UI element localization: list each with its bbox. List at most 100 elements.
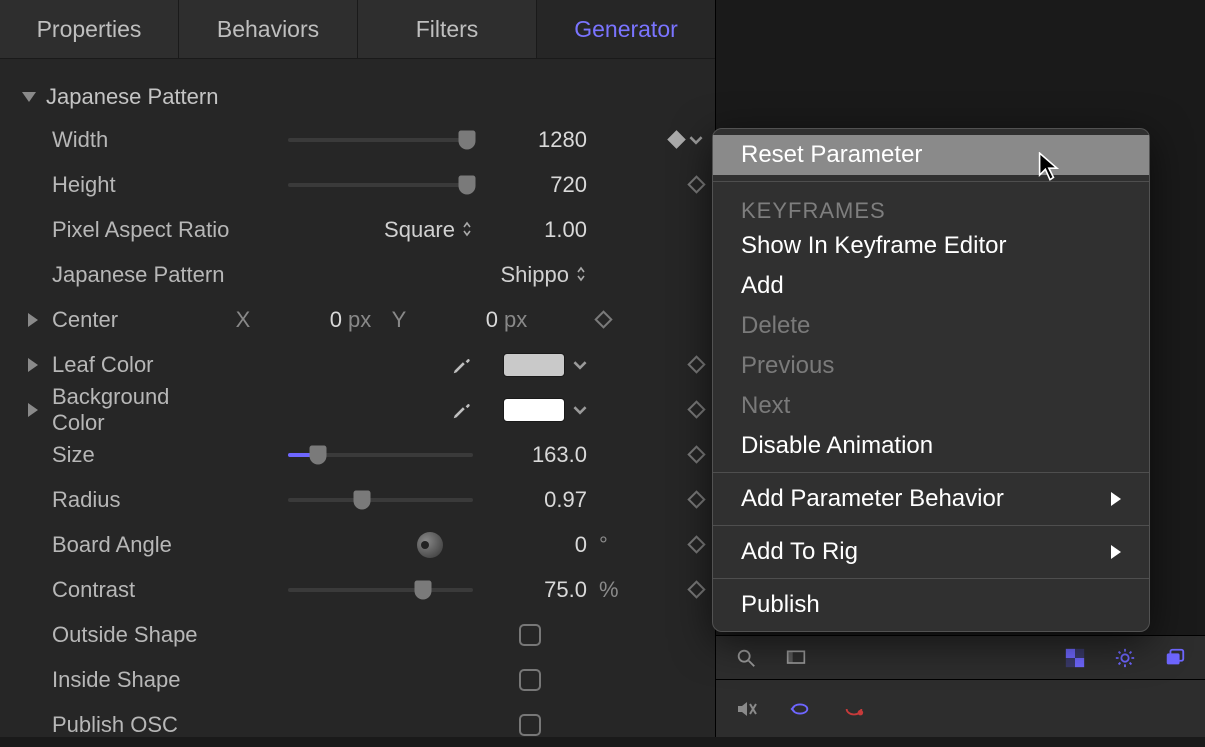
stack-icon[interactable] <box>1161 644 1189 672</box>
menu-delete-keyframe: Delete <box>713 306 1149 346</box>
pattern-popup[interactable]: Shippo <box>473 262 587 288</box>
menu-label: Add Parameter Behavior <box>741 485 1004 513</box>
keyframe-diamond-icon[interactable] <box>687 175 705 193</box>
slider-width[interactable] <box>288 128 473 152</box>
param-label: Leaf Color <box>52 352 228 378</box>
menu-reset-parameter[interactable]: Reset Parameter <box>713 135 1149 175</box>
tab-behaviors[interactable]: Behaviors <box>179 0 358 58</box>
mute-icon[interactable] <box>732 695 760 723</box>
value-radius[interactable]: 0.97 <box>473 487 593 513</box>
angle-dial[interactable] <box>417 532 443 558</box>
toolbar-lower-2 <box>716 680 1205 737</box>
inspector-body: Japanese Pattern Width 1280 Height <box>0 59 715 737</box>
param-label: Pixel Aspect Ratio <box>52 217 252 243</box>
menu-publish[interactable]: Publish <box>713 585 1149 625</box>
color-chevron-icon[interactable] <box>573 403 587 417</box>
keyframe-diamond-icon[interactable] <box>687 445 705 463</box>
param-label: Publish OSC <box>52 712 252 738</box>
disclosure-triangle-icon[interactable] <box>28 313 42 327</box>
updown-icon <box>461 217 473 243</box>
keyframe-diamond-icon[interactable] <box>667 130 685 148</box>
disclosure-triangle-icon[interactable] <box>28 403 42 417</box>
frame-icon[interactable] <box>782 644 810 672</box>
eyedropper-icon[interactable] <box>451 354 473 376</box>
tab-properties[interactable]: Properties <box>0 0 179 58</box>
menu-add-keyframe[interactable]: Add <box>713 266 1149 306</box>
gear-icon[interactable] <box>1111 644 1139 672</box>
menu-disable-animation[interactable]: Disable Animation <box>713 426 1149 466</box>
par-popup[interactable]: Square <box>384 217 473 243</box>
record-icon[interactable] <box>840 695 868 723</box>
keyframe-diamond-icon[interactable] <box>687 400 705 418</box>
param-label: Size <box>52 442 252 468</box>
value-center-x[interactable]: 0 <box>258 307 348 333</box>
animation-context-menu: Reset Parameter KEYFRAMES Show In Keyfra… <box>712 128 1150 632</box>
menu-separator <box>713 578 1149 579</box>
row-publish-osc: Publish OSC <box>0 702 715 747</box>
value-angle[interactable]: 0 <box>473 532 593 558</box>
disclosure-triangle-icon[interactable] <box>28 358 42 372</box>
value-height[interactable]: 720 <box>473 172 593 198</box>
param-label: Background Color <box>52 384 228 436</box>
param-label: Height <box>52 172 252 198</box>
keyframe-diamond-icon[interactable] <box>687 490 705 508</box>
section-header[interactable]: Japanese Pattern <box>0 77 715 117</box>
submenu-arrow-icon <box>1111 492 1121 506</box>
param-label: Contrast <box>52 577 252 603</box>
param-label: Radius <box>52 487 252 513</box>
menu-next-keyframe: Next <box>713 386 1149 426</box>
menu-separator <box>713 181 1149 182</box>
loop-icon[interactable] <box>786 695 814 723</box>
slider-contrast[interactable] <box>288 578 473 602</box>
slider-radius[interactable] <box>288 488 473 512</box>
unit-percent: % <box>593 577 633 603</box>
keyframe-diamond-icon[interactable] <box>687 355 705 373</box>
slider-size[interactable] <box>288 443 473 467</box>
row-size: Size 163.0 <box>0 432 715 477</box>
value-size[interactable]: 163.0 <box>473 442 593 468</box>
unit-degree: ° <box>593 532 633 558</box>
menu-label: Add To Rig <box>741 538 858 566</box>
tab-filters[interactable]: Filters <box>358 0 537 58</box>
disclosure-triangle-icon[interactable] <box>22 92 36 102</box>
checkbox-publish-osc[interactable] <box>519 714 541 736</box>
value-center-y[interactable]: 0 <box>414 307 504 333</box>
keyframe-diamond-icon[interactable] <box>687 580 705 598</box>
search-icon[interactable] <box>732 644 760 672</box>
row-pattern: Japanese Pattern Shippo <box>0 252 715 297</box>
color-chevron-icon[interactable] <box>573 358 587 372</box>
submenu-arrow-icon <box>1111 545 1121 559</box>
unit-px: px <box>348 307 384 333</box>
value-par[interactable]: 1.00 <box>473 217 593 243</box>
updown-icon <box>575 262 587 288</box>
menu-show-in-keyframe-editor[interactable]: Show In Keyframe Editor <box>713 226 1149 266</box>
tab-generator[interactable]: Generator <box>537 0 715 58</box>
row-outside-shape: Outside Shape <box>0 612 715 657</box>
keyframe-menu-chevron-icon[interactable] <box>689 133 703 147</box>
row-height: Height 720 <box>0 162 715 207</box>
menu-separator <box>713 525 1149 526</box>
param-label: Japanese Pattern <box>52 262 252 288</box>
value-width[interactable]: 1280 <box>473 127 593 153</box>
checkbox-inside-shape[interactable] <box>519 669 541 691</box>
keyframe-diamond-icon[interactable] <box>687 535 705 553</box>
eyedropper-icon[interactable] <box>451 399 473 421</box>
pattern-select-value: Shippo <box>500 262 569 288</box>
checker-icon[interactable] <box>1061 644 1089 672</box>
param-label: Center <box>52 307 228 333</box>
menu-add-parameter-behavior[interactable]: Add Parameter Behavior <box>713 479 1149 519</box>
axis-y-label: Y <box>384 307 414 333</box>
menu-previous-keyframe: Previous <box>713 346 1149 386</box>
value-contrast[interactable]: 75.0 <box>473 577 593 603</box>
checkbox-outside-shape[interactable] <box>519 624 541 646</box>
row-contrast: Contrast 75.0 % <box>0 567 715 612</box>
menu-add-to-rig[interactable]: Add To Rig <box>713 532 1149 572</box>
row-center: Center X 0 px Y 0 px <box>0 297 715 342</box>
row-inside-shape: Inside Shape <box>0 657 715 702</box>
keyframe-diamond-icon[interactable] <box>594 310 612 328</box>
slider-height[interactable] <box>288 173 473 197</box>
toolbar-lower-1 <box>716 635 1205 680</box>
tab-bar: Properties Behaviors Filters Generator <box>0 0 715 59</box>
color-well-leaf[interactable] <box>503 353 565 377</box>
color-well-bg[interactable] <box>503 398 565 422</box>
